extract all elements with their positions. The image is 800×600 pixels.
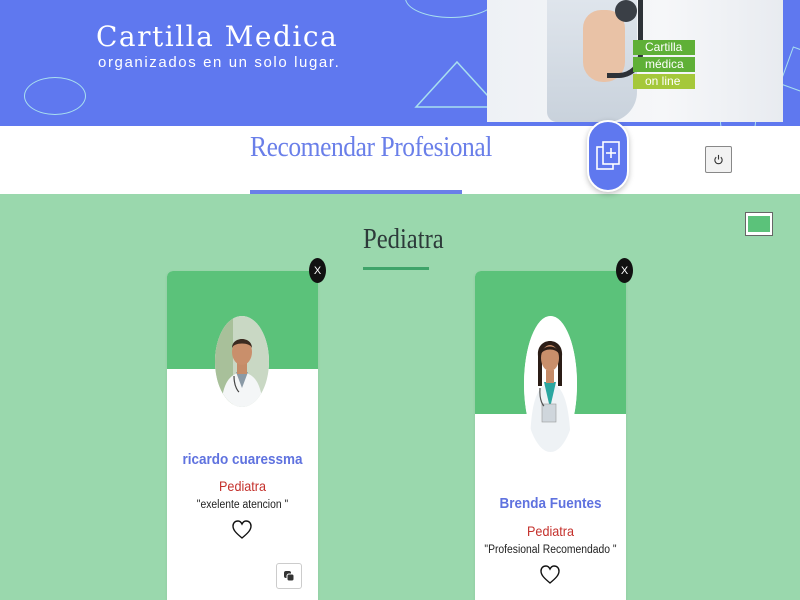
nav-active-underline [250, 190, 462, 194]
doctor-name[interactable]: Brenda Fuentes [483, 495, 619, 512]
remove-card-button[interactable]: X [616, 258, 633, 283]
doctor-avatar [215, 316, 269, 407]
copy-icon [284, 571, 295, 582]
add-professional-button[interactable] [587, 120, 629, 192]
doctor-specialty: Pediatra [219, 478, 266, 494]
remove-card-button[interactable]: X [309, 258, 326, 283]
add-files-icon [596, 141, 620, 170]
view-toggle-icon [748, 216, 770, 232]
doctor-photo [524, 316, 577, 452]
doctor-specialty: Pediatra [527, 523, 574, 539]
doctor-comment: "exelente atencion " [196, 499, 289, 511]
decorative-ellipse [405, 0, 497, 18]
badge-line: Cartilla [633, 40, 695, 55]
banner-title: Cartilla Medica [96, 20, 339, 53]
section-title-specialty: Pediatra [363, 224, 444, 255]
doctor-comment: "Profesional Recomendado " [484, 544, 617, 556]
doctor-card: ricardo cuaressma Pediatra "exelente ate… [167, 271, 318, 600]
heart-outline-icon[interactable] [232, 520, 252, 540]
doctor-avatar [524, 316, 577, 452]
navbar: Recomendar Profesional [0, 126, 800, 194]
banner-photo: Cartilla médica on line [487, 0, 783, 122]
doctor-photo [215, 316, 269, 407]
view-toggle-button[interactable] [745, 212, 773, 236]
badge-line: médica [633, 57, 695, 72]
badge-line: on line [633, 74, 695, 89]
heart-outline-icon[interactable] [540, 565, 560, 585]
header-banner: Cartilla Medica organizados en un solo l… [0, 0, 800, 126]
cartilla-online-badge: Cartilla médica on line [633, 40, 695, 89]
logout-button[interactable] [705, 146, 732, 173]
nav-title-recomendar[interactable]: Recomendar Profesional [250, 131, 492, 164]
doctor-name[interactable]: ricardo cuaressma [175, 451, 311, 468]
section-underline [363, 267, 429, 270]
decorative-ellipse [24, 77, 86, 115]
power-icon [714, 154, 723, 165]
banner-subtitle: organizados en un solo lugar. [98, 54, 341, 71]
doctor-card: Brenda Fuentes Pediatra "Profesional Rec… [475, 271, 626, 600]
copy-button[interactable] [276, 563, 302, 589]
stethoscope-chestpiece-icon [615, 0, 637, 22]
